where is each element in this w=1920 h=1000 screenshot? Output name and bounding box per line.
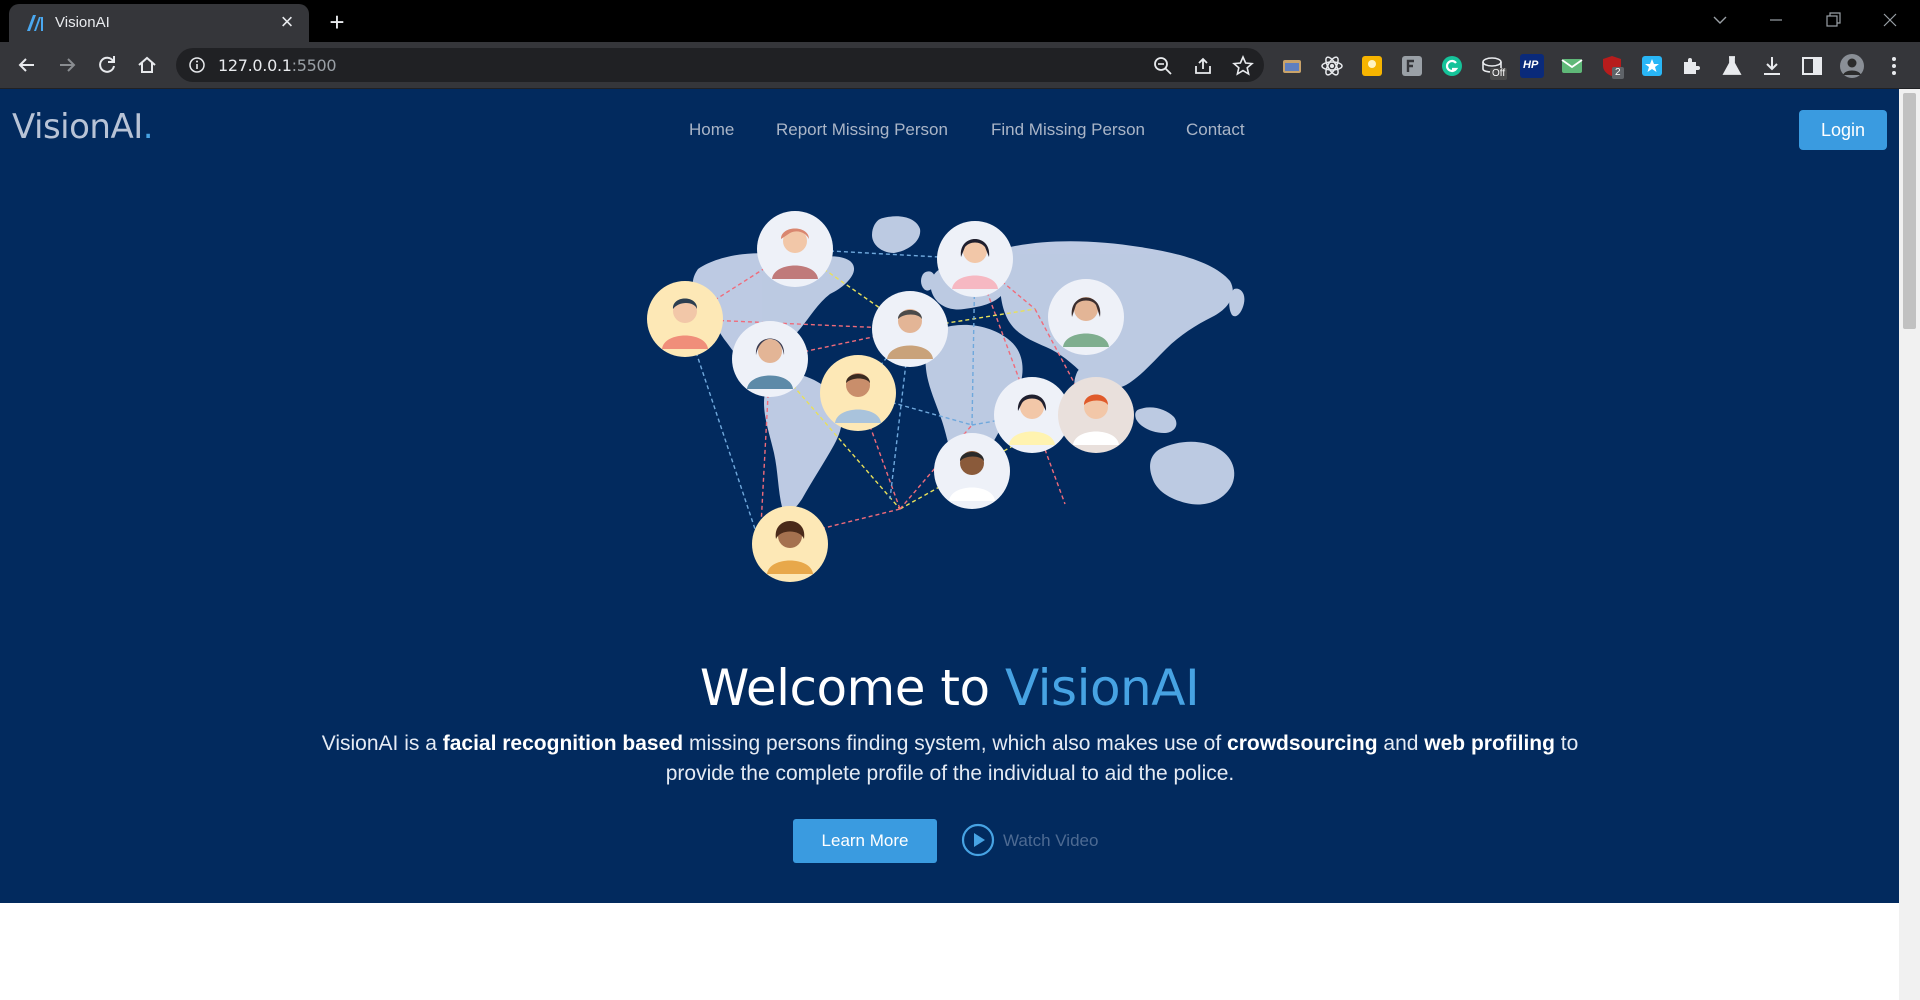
- bookmark-star-icon[interactable]: [1232, 55, 1254, 77]
- play-circle-icon[interactable]: [961, 823, 995, 857]
- avatar-man-center: [820, 355, 896, 431]
- extension-star-icon[interactable]: [1640, 54, 1664, 78]
- browser-toolbar: 127.0.0.1:5500 Off HP 2: [0, 42, 1920, 89]
- url-host: 127.0.0.1: [218, 56, 292, 75]
- tab-title: VisionAI: [55, 14, 110, 31]
- learn-more-button[interactable]: Learn More: [793, 819, 937, 863]
- extension-hp-label: HP: [1523, 59, 1539, 71]
- desc-part-1: VisionAI is a: [321, 732, 443, 755]
- avatar-man-bottom-center: [934, 433, 1010, 509]
- extension-off-badge: Off: [1490, 68, 1508, 80]
- login-button[interactable]: Login: [1799, 110, 1887, 150]
- avatar-man-left: [647, 281, 723, 357]
- hero-description: VisionAI is a facial recognition based m…: [320, 729, 1580, 789]
- url-port: :5500: [291, 56, 337, 75]
- avatar-woman-center-left: [732, 321, 808, 397]
- labs-flask-icon[interactable]: [1720, 54, 1744, 78]
- share-icon[interactable]: [1192, 55, 1214, 77]
- extension-notes-icon[interactable]: [1360, 54, 1384, 78]
- nav-contact[interactable]: Contact: [1186, 120, 1245, 140]
- desc-bold-web-profiling: web profiling: [1424, 732, 1555, 755]
- page-viewport: VisionAI. Home Report Missing Person Fin…: [0, 89, 1899, 1000]
- avatar-man-middle: [872, 291, 948, 367]
- profile-avatar[interactable]: [1840, 54, 1864, 78]
- watch-video-label[interactable]: Watch Video: [1003, 831, 1098, 851]
- address-bar[interactable]: 127.0.0.1:5500: [176, 48, 1264, 82]
- side-panel-icon[interactable]: [1800, 54, 1824, 78]
- extension-font-icon[interactable]: [1400, 54, 1424, 78]
- desc-bold-crowdsourcing: crowdsourcing: [1227, 732, 1378, 755]
- forward-arrow-icon[interactable]: [53, 51, 81, 79]
- logo-dot: .: [142, 107, 154, 147]
- tab-close-icon[interactable]: ×: [275, 10, 299, 34]
- avatar-man-red-hair: [1058, 377, 1134, 453]
- nav-find-missing-person[interactable]: Find Missing Person: [991, 120, 1145, 140]
- home-icon[interactable]: [133, 51, 161, 79]
- browser-menu-icon[interactable]: [1882, 54, 1906, 78]
- extension-count-badge: 2: [1612, 67, 1624, 79]
- extension-ublock-icon[interactable]: 2: [1600, 54, 1624, 79]
- minimize-window-icon[interactable]: [1756, 6, 1796, 34]
- restore-window-icon[interactable]: [1813, 6, 1853, 34]
- extension-gallery-icon[interactable]: [1280, 54, 1304, 78]
- url-text[interactable]: 127.0.0.1:5500: [218, 56, 337, 75]
- desc-bold-facial-recognition: facial recognition based: [442, 732, 684, 755]
- visionai-favicon-icon: [27, 15, 43, 31]
- desc-part-3: and: [1377, 732, 1425, 755]
- zoom-icon[interactable]: [1152, 55, 1174, 77]
- extension-off-toggle-icon[interactable]: Off: [1480, 54, 1508, 80]
- avatar-woman-top-right: [937, 221, 1013, 297]
- extension-hp-icon[interactable]: HP: [1520, 54, 1544, 78]
- browser-tab-strip: VisionAI × +: [0, 0, 1920, 42]
- nav-report-missing-person[interactable]: Report Missing Person: [776, 120, 948, 140]
- extension-grammarly-icon[interactable]: [1440, 54, 1464, 78]
- reload-icon[interactable]: [93, 51, 121, 79]
- site-logo[interactable]: VisionAI.: [12, 107, 154, 147]
- extensions-puzzle-icon[interactable]: [1680, 54, 1704, 78]
- hero-title-accent: VisionAI: [1005, 659, 1200, 717]
- nav-home[interactable]: Home: [689, 120, 734, 140]
- avatar-woman-top: [757, 211, 833, 287]
- hero-section: VisionAI. Home Report Missing Person Fin…: [0, 89, 1899, 903]
- world-network-illustration: [647, 211, 1245, 582]
- new-tab-button[interactable]: +: [322, 8, 352, 38]
- desc-part-2: missing persons finding system, which al…: [683, 732, 1228, 755]
- close-window-icon[interactable]: [1870, 6, 1910, 34]
- scrollbar-thumb[interactable]: [1903, 93, 1916, 329]
- download-icon[interactable]: [1760, 54, 1784, 78]
- hero-title: Welcome to VisionAI: [0, 659, 1899, 717]
- tab-search-chevron-icon[interactable]: [1700, 6, 1740, 34]
- logo-text: VisionAI: [12, 107, 143, 147]
- avatar-woman-bottom-left: [752, 506, 828, 582]
- site-info-icon[interactable]: [188, 56, 206, 74]
- avatar-woman-far-right: [1048, 279, 1124, 355]
- hero-title-prefix: Welcome to: [699, 659, 1006, 717]
- extension-mail-icon[interactable]: [1560, 54, 1584, 78]
- browser-tab[interactable]: VisionAI ×: [9, 4, 309, 42]
- extension-react-icon[interactable]: [1320, 54, 1344, 78]
- back-arrow-icon[interactable]: [13, 51, 41, 79]
